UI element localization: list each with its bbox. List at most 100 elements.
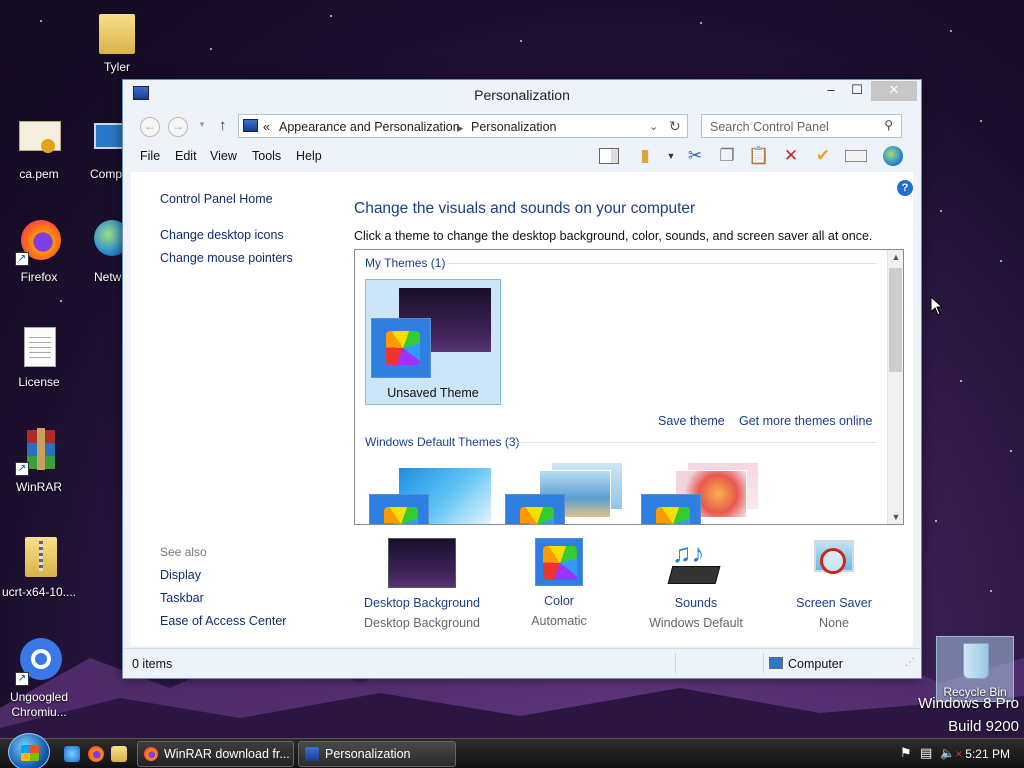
taskbar-link[interactable]: Taskbar [160,591,204,605]
scrollbar-thumb[interactable] [889,268,902,372]
sounds-music-icon: ♫♪ [662,538,730,588]
breadcrumb-personalization[interactable]: Personalization [471,120,556,134]
address-dropdown-icon[interactable]: ⌄ [649,120,658,133]
group-divider [447,263,877,264]
search-icon[interactable]: ⚲ [884,118,893,132]
default-themes-heading: Windows Default Themes (3) [365,435,520,449]
clock[interactable]: 5:21 PM [965,747,1010,761]
back-button[interactable]: ← [140,117,160,137]
action-center-flag-icon[interactable]: ⚑ [900,745,912,761]
desktop-icon-winrar[interactable]: ↗ WinRAR [1,428,77,495]
setting-name[interactable]: Screen Saver [764,596,904,610]
save-theme-link[interactable]: Save theme [658,414,725,428]
menu-help[interactable]: Help [296,149,322,163]
menu-tools[interactable]: Tools [252,149,281,163]
setting-value: Windows Default [649,616,743,630]
firefox-icon[interactable] [88,746,104,762]
sounds-setting[interactable]: ♫♪ Sounds Windows Default [626,538,766,630]
screen-saver-icon [800,538,868,588]
volume-muted-icon[interactable]: 🔈✕ [940,746,963,760]
theme-list[interactable]: My Themes (1) Unsaved Theme Save theme G… [354,249,904,525]
status-divider [675,653,676,673]
chromium-icon: ↗ [15,638,63,686]
menu-view[interactable]: View [210,149,237,163]
help-icon[interactable]: ? [897,180,913,196]
copy-icon[interactable]: ❐ [715,144,739,168]
title-bar[interactable]: Personalization ‒ ☐ ✕ [123,80,921,108]
paste-icon[interactable]: 📋 [747,144,771,168]
desktop-icon-chromium[interactable]: ↗ Ungoogled Chromiu... [1,638,77,720]
zip-folder-icon [15,533,63,581]
theme-tile-windows[interactable] [369,468,493,524]
scroll-down-icon[interactable]: ▼ [888,512,903,522]
display-link[interactable]: Display [160,568,201,582]
desktop-icon-computer[interactable]: Comp [80,115,124,182]
menu-bar: File Edit View Tools Help ▮ ▼ ✂ ❐ 📋 ✕ ✔ [123,140,921,172]
change-mouse-pointers-link[interactable]: Change mouse pointers [160,251,293,265]
setting-value: Automatic [531,614,587,628]
desktop-icon-label: ucrt-x64-10.... [1,585,77,599]
my-themes-heading: My Themes (1) [365,256,446,270]
theme-tile-flowers[interactable] [641,462,765,524]
taskbar-winrar-download[interactable]: WinRAR download fr... [137,741,294,767]
desktop-icon-recycle-bin[interactable]: Recycle Bin [936,636,1014,702]
theme-name: Unsaved Theme [387,386,479,400]
firefox-icon: ↗ [15,218,63,266]
recent-pages-dropdown-icon[interactable]: ▼ [198,120,206,129]
screen-saver-setting[interactable]: Screen Saver None [764,538,904,630]
properties-check-icon[interactable]: ✔ [811,144,835,168]
search-input[interactable]: Search Control Panel ⚲ [701,114,902,138]
rename-icon[interactable] [843,144,867,168]
navigation-bar: ← → ▼ ↑ « Appearance and Personalization… [123,108,921,140]
desktop-background-setting[interactable]: Desktop Background Desktop Background [352,538,492,630]
desktop-icon-label: License [18,375,60,389]
user-folder-icon [93,8,141,56]
theme-tile-earth[interactable] [505,462,629,524]
refresh-icon[interactable]: ↻ [669,118,681,135]
get-more-themes-link[interactable]: Get more themes online [739,414,872,428]
desktop-icon-license[interactable]: License [1,323,77,390]
address-overflow-chevron[interactable]: « [263,120,270,134]
network-icon[interactable]: ▤ [920,745,932,761]
desktop-icon-ca-pem[interactable]: ca.pem [1,115,77,182]
color-setting[interactable]: Color Automatic [489,538,629,628]
resize-grip-icon[interactable]: ⋰ [905,657,915,668]
windows-logo-icon [21,745,39,761]
setting-name[interactable]: Color [489,594,629,608]
desktop-icon-network[interactable]: Netw [80,218,124,285]
control-panel-home-link[interactable]: Control Panel Home [160,192,273,206]
internet-explorer-icon[interactable] [64,746,80,762]
close-button[interactable]: ✕ [871,81,917,101]
taskbar-personalization[interactable]: Personalization [298,741,456,767]
address-bar[interactable]: « Appearance and Personalization ▸ Perso… [238,114,688,138]
color-palette-icon [641,494,701,524]
desktop-icon-ucrt[interactable]: ucrt-x64-10.... [1,533,77,600]
change-desktop-icons-link[interactable]: Change desktop icons [160,228,284,242]
desktop-icon-firefox[interactable]: ↗ Firefox [1,218,77,285]
delete-icon[interactable]: ✕ [779,144,803,168]
options-dropdown-icon[interactable]: ▼ [659,144,683,168]
menu-file[interactable]: File [140,149,160,163]
file-explorer-icon[interactable] [111,746,127,762]
breadcrumb-appearance[interactable]: Appearance and Personalization [279,120,460,134]
theme-list-scrollbar[interactable]: ▲ ▼ [887,250,903,524]
internet-globe-icon[interactable] [881,144,905,168]
scroll-up-icon[interactable]: ▲ [888,252,903,262]
up-button[interactable]: ↑ [219,117,227,134]
preview-pane-icon[interactable] [597,144,621,168]
folder-options-icon[interactable]: ▮ [633,144,657,168]
desktop-icon-tyler[interactable]: Tyler [79,8,155,75]
maximize-button[interactable]: ☐ [843,81,871,101]
forward-button[interactable]: → [168,117,188,137]
setting-name[interactable]: Sounds [626,596,766,610]
unsaved-theme-tile[interactable]: Unsaved Theme [365,279,501,405]
start-button[interactable] [8,733,50,768]
minimize-button[interactable]: ‒ [817,81,845,101]
certificate-icon [15,115,63,163]
task-label: Personalization [325,747,411,761]
setting-name[interactable]: Desktop Background [352,596,492,610]
menu-edit[interactable]: Edit [175,149,197,163]
cut-icon[interactable]: ✂ [683,144,707,168]
ease-of-access-link[interactable]: Ease of Access Center [160,614,286,628]
status-bar: 0 items Computer ⋰ [123,648,921,678]
